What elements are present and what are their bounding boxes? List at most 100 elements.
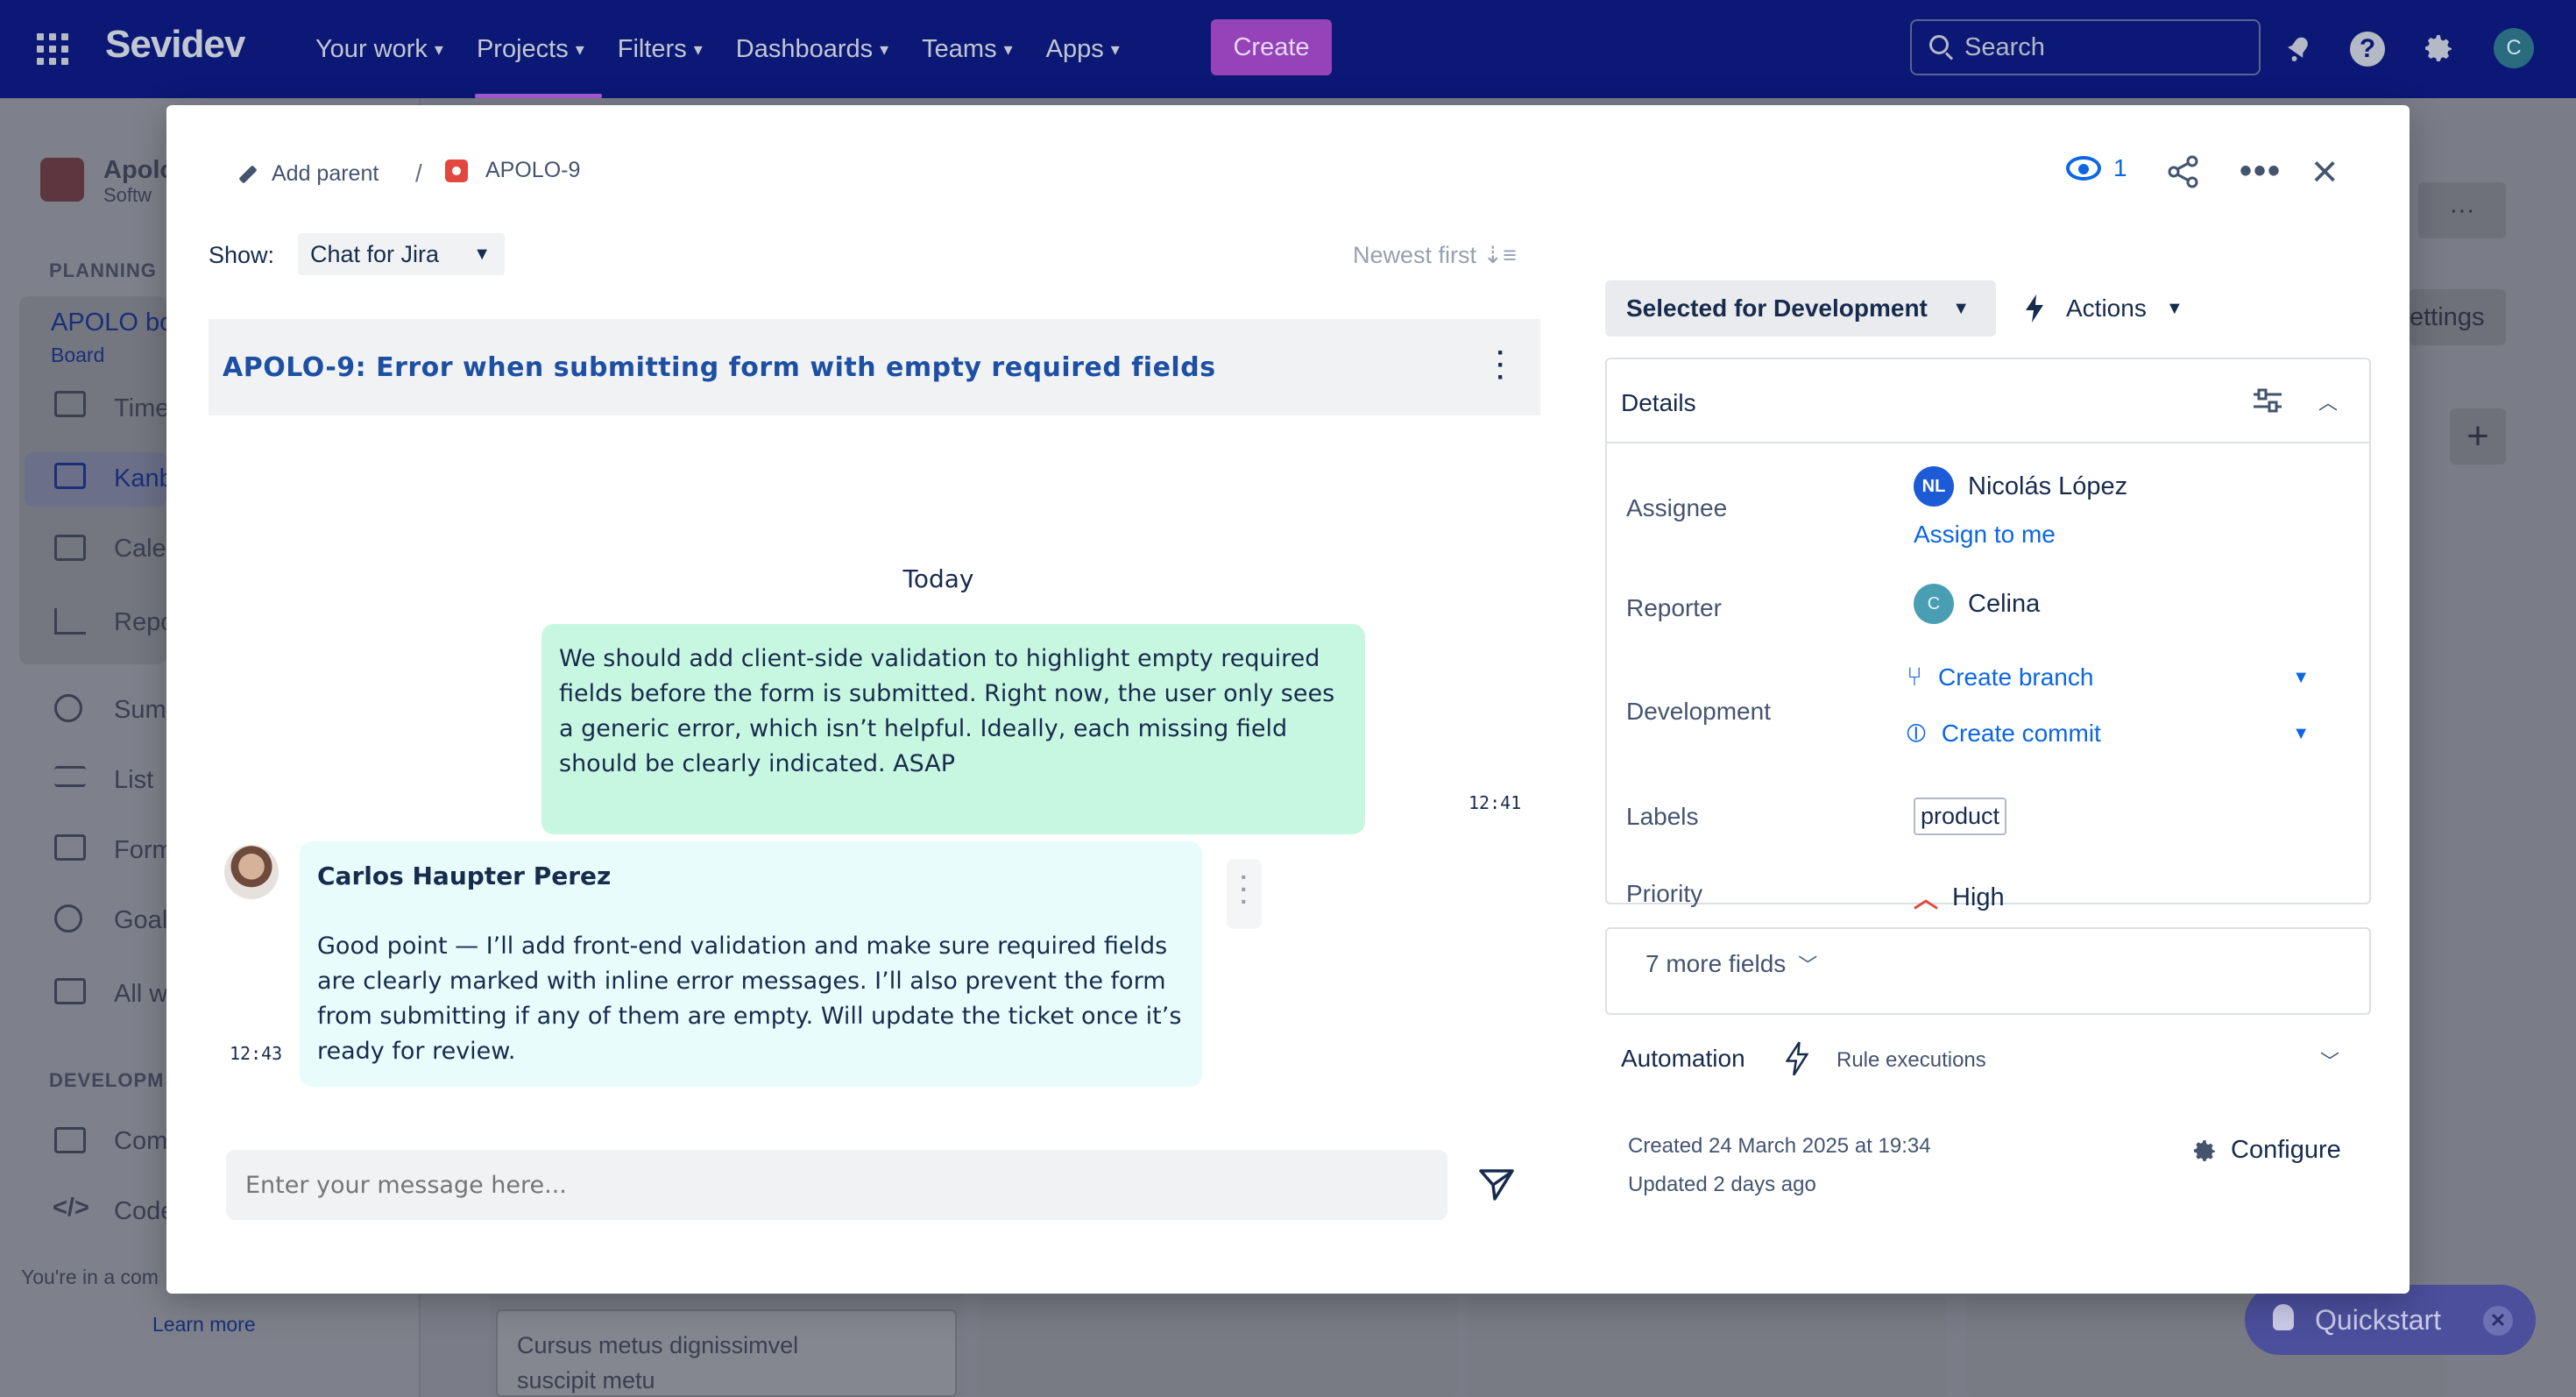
board-more-button[interactable]: ··· [2418,182,2506,238]
priority-high-icon: ︿ [1914,885,1939,912]
sidebar-item-goals[interactable]: Goal [114,906,167,935]
nav-label: Projects [476,34,569,63]
project-type: Softw [103,184,152,206]
summary-icon [54,694,82,722]
board-column [980,1297,1458,1397]
nav-filters[interactable]: Filters ▾ [616,0,720,98]
automation-panel[interactable] [1605,927,2371,1015]
message-options-icon[interactable]: · · · [1227,859,1262,929]
app-switcher-icon[interactable] [37,33,68,65]
close-modal-icon[interactable]: × [2311,149,2338,195]
assign-to-me-link[interactable]: Assign to me [1914,521,2056,549]
details-title: Details [1621,389,1696,416]
labels-label: Labels [1626,803,1699,830]
sidebar-item-reports[interactable]: Repo [114,608,174,637]
show-select[interactable]: Chat for Jira ▼ [298,233,505,275]
nav-projects[interactable]: Projects ▾ [474,0,602,98]
help-icon[interactable]: ? [2350,32,2385,67]
watchers-button[interactable]: 1 [2066,154,2127,182]
sidebar-item-all-work[interactable]: All w [114,980,167,1009]
sidebar-item-calendar[interactable]: Cale [114,535,166,564]
send-icon[interactable] [1476,1164,1518,1206]
eye-icon [2066,156,2101,181]
calendar-icon [54,535,86,561]
reporter-label: Reporter [1626,594,1722,621]
message-bubble-outgoing: We should add client-side validation to … [541,624,1365,834]
sort-toggle[interactable]: Newest first ⇣≡ [1353,242,1517,269]
more-options-icon[interactable]: ••• [2240,153,2282,188]
configure-button[interactable]: Configure [2190,1136,2341,1165]
settings-gear-icon[interactable] [2418,28,2459,68]
chat-options-icon[interactable]: · · · [1497,340,1505,391]
reports-icon [54,608,86,635]
show-select-value: Chat for Jira [310,240,440,267]
message-time: 12:43 [230,1043,283,1064]
nav-label: Teams [922,34,997,63]
share-icon[interactable] [2166,154,2201,189]
create-branch-link[interactable]: ⑂ Create branch ▼ [1907,663,2318,692]
create-commit-link[interactable]: ⦶ Create commit ▼ [1907,719,2318,748]
user-avatar[interactable]: C [2494,28,2534,68]
close-icon[interactable]: ✕ [2483,1306,2513,1336]
chevron-down-icon: ▼ [2165,298,2183,318]
sidebar-item-code[interactable]: Code [114,1197,174,1226]
message-bubble-incoming: Carlos Haupter Perez Good point — I’ll a… [300,841,1202,1087]
assignee-label: Assignee [1626,494,1728,521]
message-input[interactable] [226,1150,1447,1220]
quickstart-label: Quickstart [2315,1303,2442,1336]
create-branch-label: Create branch [1938,663,2094,691]
label-chip[interactable]: product [1914,798,2007,835]
updated-date: Updated 2 days ago [1628,1173,1816,1196]
settings-label: ettings [2410,302,2485,331]
sidebar-item-list[interactable]: List [114,766,153,795]
quickstart-button[interactable]: Quickstart ✕ [2245,1285,2536,1355]
learn-more-link[interactable]: Learn more [152,1313,256,1337]
add-column-button[interactable]: + [2450,408,2506,464]
sidebar-item-kanban[interactable]: Kanb [114,464,173,493]
rule-executions-label: Rule executions [1836,1048,1986,1072]
chevron-down-icon: ▼ [2292,667,2310,687]
notifications-icon[interactable] [2278,28,2318,68]
author-avatar [224,845,279,899]
sidebar-item-timeline[interactable]: Time [114,394,169,423]
project-name[interactable]: Apolo [103,156,175,185]
lightbulb-icon [2273,1304,2294,1330]
board-settings-button[interactable]: ettings [2410,289,2506,345]
add-parent-label: Add parent [272,161,379,186]
search-placeholder: Search [1964,32,2045,61]
site-logo[interactable]: Sevidev [105,23,245,67]
message-time: 12:41 [1468,792,1522,813]
branch-icon: ⑂ [1907,663,1922,691]
reporter-name: Celina [1968,589,2041,618]
add-parent-button[interactable]: Add parent [238,161,379,187]
chevron-up-icon[interactable]: ︿ [2318,387,2338,415]
chevron-down-icon[interactable]: ﹀ [2320,1046,2339,1074]
assignee-name: Nicolás López [1968,472,2128,500]
chat-issue-title[interactable]: APOLO-9: Error when submitting form with… [223,352,1216,383]
assignee-value[interactable]: NL Nicolás López [1914,466,2127,507]
timeline-icon [54,391,86,417]
avatar: C [1914,584,1954,624]
nav-label: Your work [315,34,428,63]
create-button[interactable]: Create [1211,19,1332,75]
priority-value[interactable]: ︿ High [1914,880,2005,915]
automation-title: Automation [1621,1045,1745,1072]
forms-icon [54,834,86,861]
search-input[interactable]: Search [1910,19,2261,75]
nav-apps[interactable]: Apps ▾ [1044,0,1137,98]
sidebar-item-summary[interactable]: Sum [114,696,166,725]
breadcrumb-separator: / [415,160,422,187]
sort-icon: ⇣≡ [1483,242,1517,268]
actions-dropdown[interactable]: Actions ▼ [2026,280,2183,337]
configure-fields-icon[interactable] [2252,387,2283,414]
sidebar-item-forms[interactable]: Form [114,836,173,865]
sidebar-board-name[interactable]: APOLO bo [51,308,173,337]
nav-dashboards[interactable]: Dashboards ▾ [734,0,906,98]
status-label: Selected for Development [1626,294,1928,322]
nav-your-work[interactable]: Your work ▾ [314,0,461,98]
development-heading: DEVELOPM [49,1069,165,1091]
nav-teams[interactable]: Teams ▾ [920,0,1030,98]
issue-key-link[interactable]: APOLO-9 [445,158,580,183]
status-dropdown[interactable]: Selected for Development ▼ [1605,280,1996,337]
reporter-value[interactable]: C Celina [1914,584,2040,624]
